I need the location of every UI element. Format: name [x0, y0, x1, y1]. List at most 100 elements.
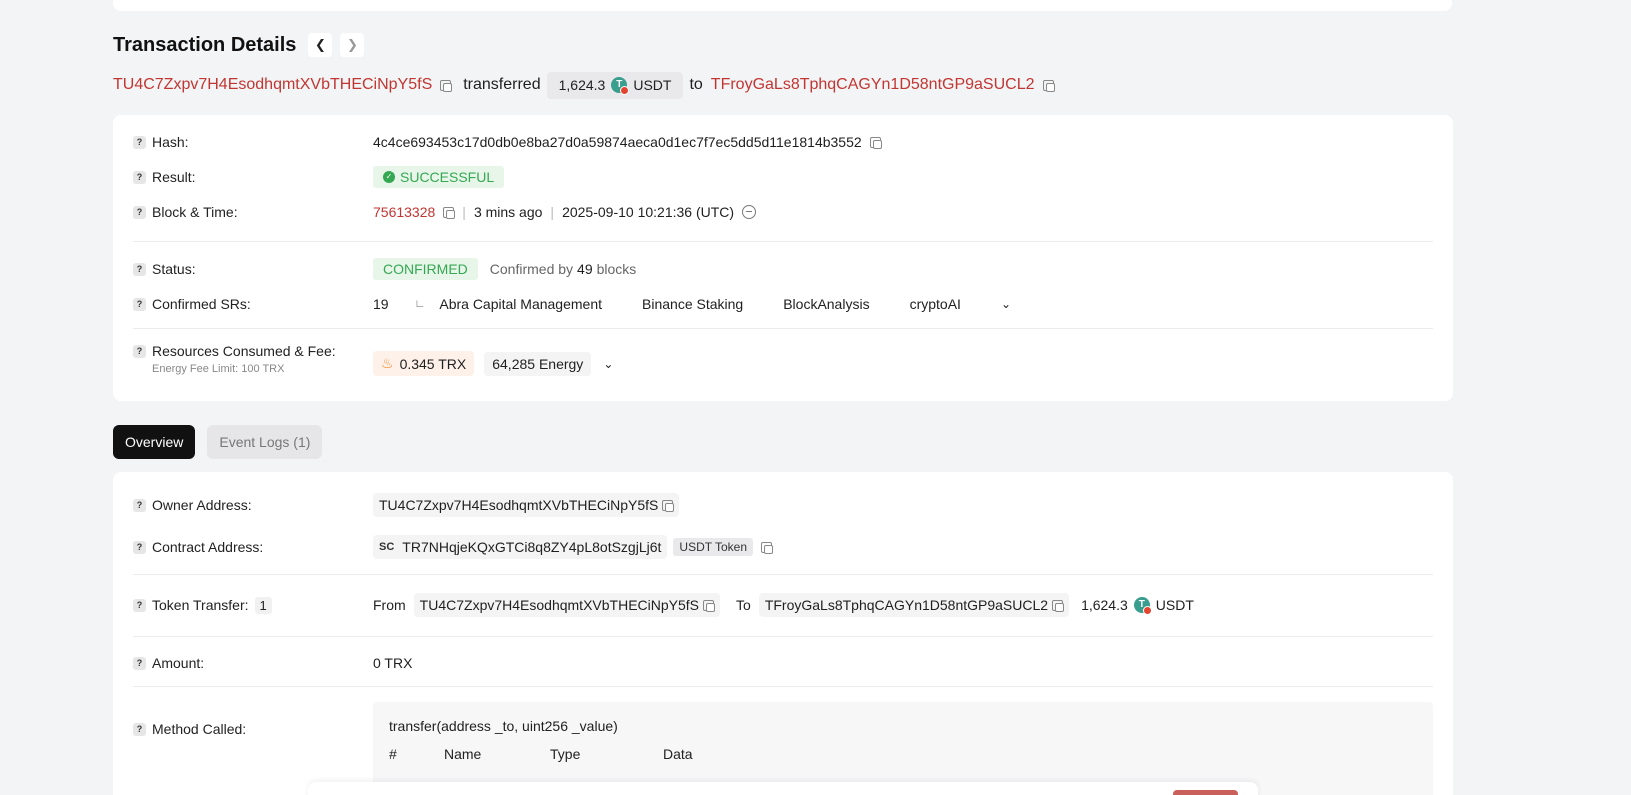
help-icon[interactable]: ?: [133, 205, 146, 219]
hash-row: ? Hash: 4c4ce693453c17d0db0e8ba27d0a59874…: [133, 131, 882, 153]
copy-icon[interactable]: [761, 541, 773, 554]
fee-trx-pill: ♨ 0.345 TRX: [373, 351, 475, 376]
srs-count: 19: [373, 296, 389, 312]
summary-from-address[interactable]: TU4C7Zxpv7H4EsodhqmtXVbTHECiNpY5fS: [113, 76, 432, 94]
method-called-row: ? Method Called:: [133, 718, 373, 740]
copy-icon[interactable]: [703, 599, 716, 612]
owner-address[interactable]: TU4C7Zxpv7H4EsodhqmtXVbTHECiNpY5fS: [379, 497, 658, 513]
transfer-from-chip[interactable]: TU4C7Zxpv7H4EsodhqmtXVbTHECiNpY5fS: [413, 593, 721, 617]
result-value: SUCCESSFUL: [400, 169, 495, 185]
contract-address-chip[interactable]: SC TR7NHqjeKQxGTCi8q8ZY4pL8otSzgjLj6t: [373, 535, 668, 559]
usdt-token-icon: T: [1133, 597, 1152, 615]
sr-item[interactable]: cryptoAI: [910, 296, 961, 312]
contract-token-tag[interactable]: USDT Token: [673, 538, 753, 556]
transfer-token[interactable]: USDT: [1156, 597, 1194, 613]
status-label: Status:: [152, 261, 196, 277]
divider: [133, 686, 1433, 687]
summary-token: USDT: [633, 77, 672, 93]
divider: [133, 328, 1433, 329]
previous-card: [113, 0, 1452, 11]
summary-amount: 1,624.3: [558, 77, 606, 93]
prev-transaction-button[interactable]: ❮: [308, 33, 333, 57]
block-label: Block & Time:: [152, 204, 238, 220]
help-icon[interactable]: ?: [133, 656, 146, 670]
help-icon[interactable]: ?: [133, 722, 146, 736]
transfer-from-address[interactable]: TU4C7Zxpv7H4EsodhqmtXVbTHECiNpY5fS: [420, 597, 699, 613]
amount-row: ? Amount: 0 TRX: [133, 652, 412, 674]
owner-label: Owner Address:: [152, 497, 252, 513]
chevron-right-icon: ❯: [346, 37, 358, 52]
summary-amount-pill: 1,624.3 T USDT: [546, 71, 684, 99]
page-title: Transaction Details: [113, 33, 297, 56]
transfer-amount: 1,624.3: [1081, 597, 1128, 613]
fee-energy-pill: 64,285 Energy: [484, 351, 592, 376]
bottom-popup-button[interactable]: [1173, 790, 1238, 795]
summary-verb: transferred: [463, 76, 541, 93]
transfer-to-address[interactable]: TFroyGaLs8TphqCAGYn1D58ntGP9aSUCL2: [765, 597, 1048, 613]
help-icon[interactable]: ?: [133, 540, 146, 554]
time-toggle-icon[interactable]: [742, 205, 757, 219]
contract-address-row: ? Contract Address: SC TR7NHqjeKQxGTCi8q8…: [133, 534, 773, 560]
result-row: ? Result: ✓ SUCCESSFUL: [133, 164, 505, 190]
tab-event-logs[interactable]: Event Logs (1): [207, 425, 323, 459]
fee-trx: 0.345 TRX: [399, 355, 467, 372]
fee-label: Resources Consumed & Fee:: [152, 343, 336, 359]
to-word: To: [736, 597, 751, 613]
help-icon[interactable]: ?: [133, 344, 146, 358]
summary-to-address[interactable]: TFroyGaLs8TphqCAGYn1D58ntGP9aSUCL2: [711, 76, 1035, 94]
status-row: ? Status: CONFIRMED Confirmed by 49 block…: [133, 256, 636, 282]
timestamp: 2025-09-10 10:21:36 (UTC): [562, 204, 735, 220]
tree-branch-icon: ∟: [414, 298, 426, 310]
contract-label: Contract Address:: [152, 539, 264, 555]
hash-label: Hash:: [152, 134, 189, 150]
transfer-to-chip[interactable]: TFroyGaLs8TphqCAGYn1D58ntGP9aSUCL2: [758, 593, 1070, 617]
overview-card: ? Owner Address: TU4C7Zxpv7H4EsodhqmtXVbT…: [113, 472, 1453, 795]
help-icon[interactable]: ?: [133, 135, 146, 149]
details-card: ? Hash: 4c4ce693453c17d0db0e8ba27d0a59874…: [113, 115, 1453, 401]
copy-icon[interactable]: [1052, 599, 1065, 612]
tab-overview[interactable]: Overview: [113, 425, 196, 459]
contract-address[interactable]: TR7NHqjeKQxGTCi8q8ZY4pL8otSzgjLj6t: [402, 539, 661, 555]
copy-icon[interactable]: [869, 136, 882, 149]
divider: [133, 636, 1433, 637]
sr-item[interactable]: BlockAnalysis: [783, 296, 869, 312]
bottom-popup: [308, 782, 1258, 795]
title-row: Transaction Details ❮ ❯: [113, 32, 365, 58]
transfer-count: 1: [254, 596, 272, 614]
token-transfer-row: ? Token Transfer: 1 From TU4C7Zxpv7H4Esodh…: [133, 592, 1194, 618]
status-badge: CONFIRMED: [373, 258, 478, 280]
method-col-index: #: [389, 746, 397, 762]
help-icon[interactable]: ?: [133, 262, 146, 276]
owner-address-chip[interactable]: TU4C7Zxpv7H4EsodhqmtXVbTHECiNpY5fS: [373, 493, 680, 517]
time-ago: 3 mins ago: [473, 204, 543, 220]
help-icon[interactable]: ?: [133, 170, 146, 184]
resources-row: ? Resources Consumed & Fee: Energy Fee Li…: [133, 343, 613, 383]
method-col-data: Data: [663, 746, 693, 762]
method-col-type: Type: [550, 746, 581, 762]
copy-icon[interactable]: [443, 206, 456, 219]
copy-icon[interactable]: [440, 79, 453, 92]
usdt-token-icon: T: [611, 77, 630, 95]
from-word: From: [373, 597, 406, 613]
block-number[interactable]: 75613328: [373, 204, 435, 220]
chevron-down-icon[interactable]: ⌄: [1001, 297, 1011, 311]
owner-address-row: ? Owner Address: TU4C7Zxpv7H4EsodhqmtXVbT…: [133, 492, 680, 518]
method-signature: transfer(address _to, uint256 _value): [389, 718, 618, 734]
chevron-down-icon[interactable]: ⌄: [603, 357, 613, 371]
divider: [133, 574, 1433, 575]
sr-item[interactable]: Binance Staking: [642, 296, 743, 312]
confirmed-by-prefix: Confirmed by: [489, 261, 574, 277]
check-circle-icon: ✓: [383, 171, 395, 183]
next-transaction-button[interactable]: ❯: [340, 33, 365, 57]
smart-contract-tag: SC: [379, 541, 395, 553]
help-icon[interactable]: ?: [133, 297, 146, 311]
help-icon[interactable]: ?: [133, 598, 146, 612]
help-icon[interactable]: ?: [133, 498, 146, 512]
sr-item[interactable]: Abra Capital Management: [439, 296, 602, 312]
copy-icon[interactable]: [662, 499, 675, 512]
chevron-left-icon: ❮: [314, 37, 326, 52]
block-time-row: ? Block & Time: 75613328 | 3 mins ago | 2…: [133, 201, 757, 223]
copy-icon[interactable]: [1042, 79, 1055, 92]
fee-energy: 64,285 Energy: [492, 355, 584, 372]
method-label: Method Called:: [152, 721, 247, 737]
